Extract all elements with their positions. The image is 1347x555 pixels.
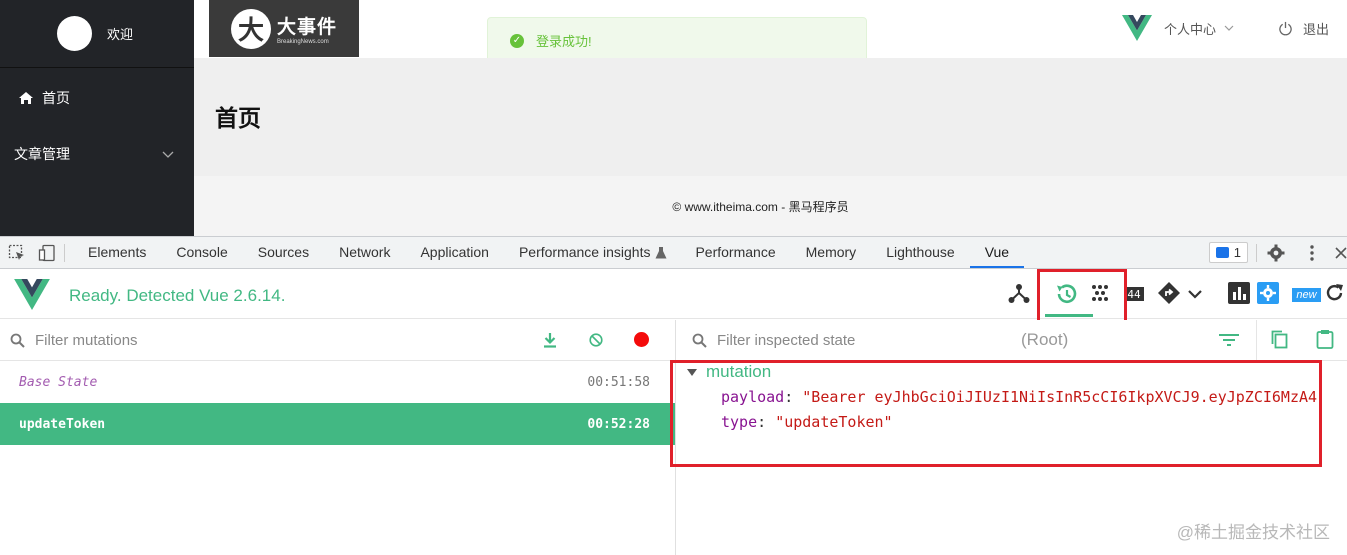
close-icon[interactable] bbox=[1335, 244, 1347, 262]
vue-devtools-header: Ready. Detected Vue 2.6.14. 44 new bbox=[0, 269, 1347, 319]
mutation-time: 00:51:58 bbox=[587, 374, 650, 390]
sidebar-item-home[interactable]: 首页 bbox=[0, 88, 194, 108]
avatar[interactable] bbox=[57, 16, 92, 51]
check-circle-icon: ✓ bbox=[510, 33, 524, 48]
home-icon bbox=[18, 91, 34, 105]
app-window: 欢迎 首页 文章管理 大 大事件 BreakingNews.com 个人中心 退… bbox=[0, 0, 1347, 236]
main-content: 首页 © www.itheima.com - 黑马程序员 bbox=[194, 58, 1347, 236]
watermark: @稀土掘金技术社区 bbox=[1176, 523, 1330, 542]
tab-console[interactable]: Console bbox=[161, 237, 242, 268]
mutations-filter-placeholder: Filter mutations bbox=[35, 331, 138, 349]
search-icon bbox=[692, 333, 707, 348]
mutation-row[interactable]: Base State 00:51:58 bbox=[0, 361, 675, 403]
highlight-box-mutation bbox=[670, 360, 1322, 467]
logo-mark-icon: 大 bbox=[231, 8, 271, 49]
clear-icon[interactable] bbox=[589, 333, 603, 347]
tab-performance-insights[interactable]: Performance insights bbox=[504, 237, 655, 268]
success-toast: ✓ 登录成功! bbox=[487, 17, 867, 64]
devtools-tab-bar: Elements Console Sources Network Applica… bbox=[0, 236, 1347, 269]
mutation-name: updateToken bbox=[19, 416, 106, 432]
user-info: 欢迎 bbox=[0, 0, 194, 68]
refresh-icon[interactable] bbox=[1323, 281, 1347, 305]
tab-memory[interactable]: Memory bbox=[791, 237, 872, 268]
download-icon[interactable] bbox=[543, 332, 557, 348]
mutations-filter[interactable]: Filter mutations bbox=[0, 320, 675, 361]
devtools-status: Ready. Detected Vue 2.6.14. bbox=[69, 286, 286, 305]
tab-vue[interactable]: Vue bbox=[969, 237, 1025, 268]
divider bbox=[1256, 320, 1257, 360]
issues-badge[interactable]: 1 bbox=[1208, 242, 1248, 263]
tab-lighthouse[interactable]: Lighthouse bbox=[871, 237, 970, 268]
tab-network[interactable]: Network bbox=[324, 237, 405, 268]
flask-icon bbox=[654, 244, 668, 262]
performance-badge[interactable]: 44 bbox=[1124, 287, 1144, 301]
components-tab-icon[interactable] bbox=[1007, 281, 1031, 305]
routing-icon[interactable] bbox=[1157, 281, 1181, 305]
mutations-panel: Filter mutations Base State 00:51:58 upd… bbox=[0, 320, 676, 555]
sidebar-item-articles[interactable]: 文章管理 bbox=[0, 144, 194, 164]
state-filter-placeholder: Filter inspected state bbox=[717, 331, 856, 349]
mutation-time: 00:52:28 bbox=[587, 416, 650, 432]
filter-list-icon[interactable] bbox=[1219, 333, 1239, 347]
tab-performance[interactable]: Performance bbox=[680, 237, 790, 268]
copy-icon[interactable] bbox=[1271, 330, 1288, 349]
mutation-name: Base State bbox=[19, 374, 98, 390]
inspect-element-icon[interactable] bbox=[8, 244, 26, 262]
chevron-down-icon bbox=[162, 146, 174, 162]
tab-application[interactable]: Application bbox=[405, 237, 504, 268]
toast-message: 登录成功! bbox=[536, 34, 592, 49]
issues-count: 1 bbox=[1233, 245, 1241, 260]
message-icon bbox=[1215, 247, 1229, 258]
power-icon bbox=[1278, 21, 1293, 36]
search-icon bbox=[10, 333, 25, 348]
sidebar: 欢迎 首页 文章管理 bbox=[0, 0, 194, 236]
more-vert-icon[interactable] bbox=[1303, 244, 1321, 262]
record-icon[interactable] bbox=[634, 332, 649, 347]
logout-label: 退出 bbox=[1302, 21, 1329, 37]
footer: © www.itheima.com - 黑马程序员 bbox=[194, 176, 1347, 236]
vue-logo-icon bbox=[14, 279, 50, 315]
personal-center-menu[interactable]: 个人中心 bbox=[1164, 19, 1234, 38]
root-selector[interactable]: (Root) bbox=[1021, 330, 1068, 350]
tab-sources[interactable]: Sources bbox=[243, 237, 324, 268]
new-badge: new bbox=[1292, 288, 1321, 302]
mutation-row-selected[interactable]: updateToken 00:52:28 bbox=[0, 403, 675, 445]
chevron-down-icon[interactable] bbox=[1186, 287, 1204, 301]
tab-elements[interactable]: Elements bbox=[73, 237, 161, 268]
paste-icon[interactable] bbox=[1316, 329, 1334, 349]
state-filter[interactable]: Filter inspected state (Root) bbox=[677, 320, 1347, 361]
sidebar-item-label: 文章管理 bbox=[14, 146, 70, 162]
settings-icon[interactable] bbox=[1256, 281, 1280, 305]
divider bbox=[64, 243, 65, 262]
gear-icon[interactable] bbox=[1267, 244, 1285, 262]
sidebar-item-label: 首页 bbox=[42, 90, 70, 106]
divider bbox=[1256, 243, 1257, 262]
logo-title: 大事件 bbox=[277, 16, 338, 38]
copyright-text: © www.itheima.com - 黑马程序员 bbox=[672, 200, 849, 214]
brand-logo[interactable]: 大 大事件 BreakingNews.com bbox=[209, 0, 359, 57]
logout-button[interactable]: 退出 bbox=[1278, 19, 1329, 38]
bar-chart-icon[interactable] bbox=[1227, 281, 1251, 305]
page-title: 首页 bbox=[215, 105, 261, 131]
chevron-down-icon bbox=[1224, 25, 1234, 31]
device-toolbar-icon[interactable] bbox=[38, 244, 56, 262]
welcome-text: 欢迎 bbox=[107, 27, 134, 42]
highlight-box-tools bbox=[1037, 269, 1127, 327]
vue-logo-icon bbox=[1121, 14, 1152, 42]
personal-center-label: 个人中心 bbox=[1163, 21, 1216, 37]
logo-subtitle: BreakingNews.com bbox=[277, 39, 329, 45]
